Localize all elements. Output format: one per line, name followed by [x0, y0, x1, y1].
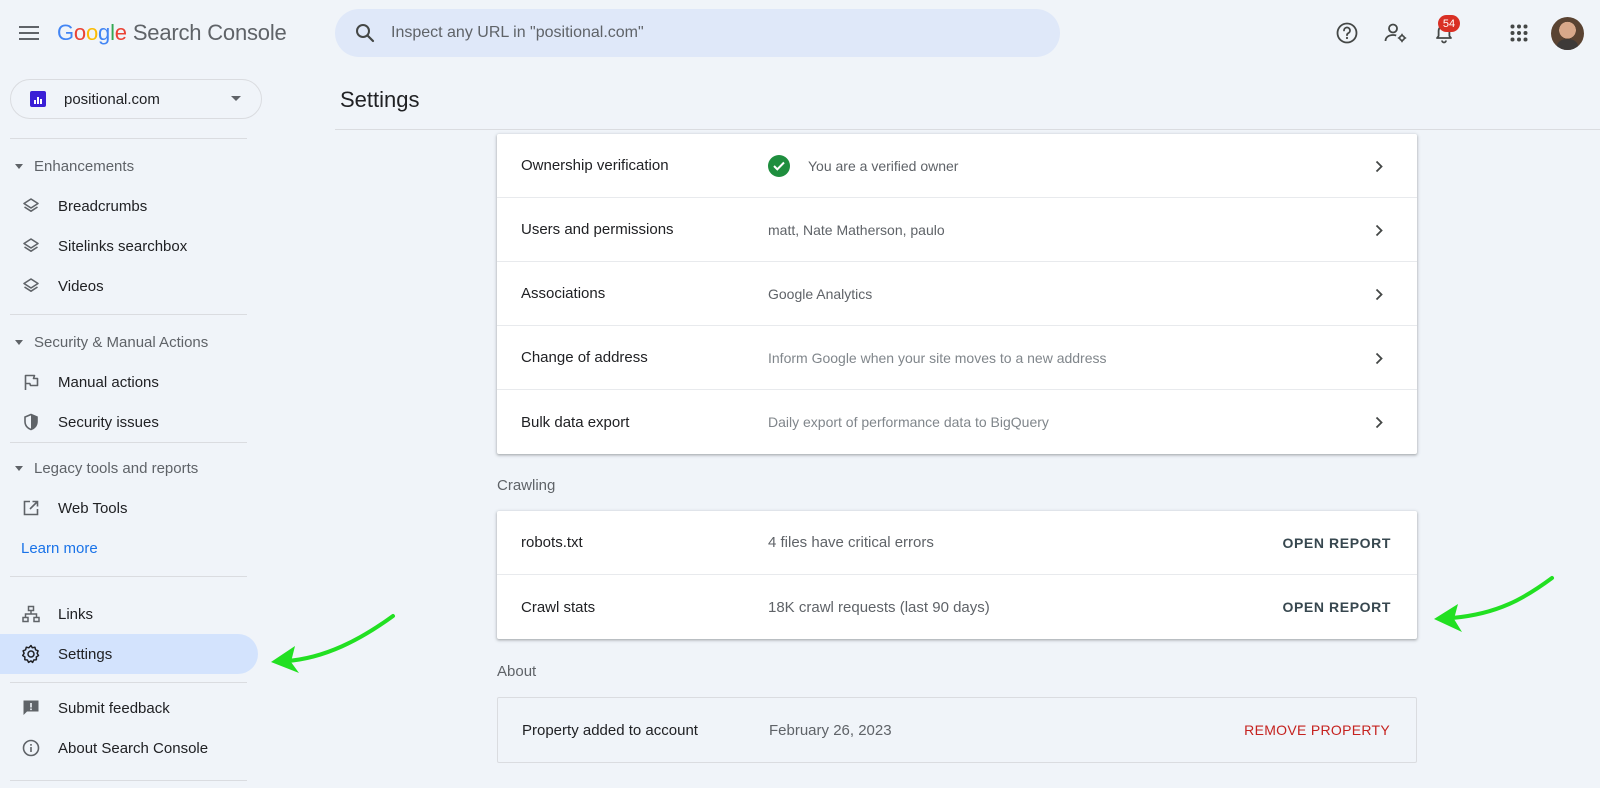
settings-row-change-of-address[interactable]: Change of address Inform Google when you…: [497, 326, 1417, 390]
sidebar: positional.com Enhancements Breadcrumbs …: [0, 66, 262, 788]
divider: [10, 682, 247, 683]
product-name: Search Console: [132, 20, 287, 45]
external-link-icon: [21, 498, 41, 518]
divider: [10, 138, 247, 139]
divider: [10, 442, 247, 443]
sidebar-item-manual-actions[interactable]: Manual actions: [0, 362, 258, 402]
flag-icon: [21, 372, 41, 392]
sidebar-item-breadcrumbs[interactable]: Breadcrumbs: [0, 186, 258, 226]
annotation-arrow-left: [271, 614, 395, 673]
about-row-property-added: Property added to account February 26, 2…: [522, 721, 1390, 739]
section-legacy-tools[interactable]: Legacy tools and reports: [10, 456, 198, 480]
section-security-manual-actions[interactable]: Security & Manual Actions: [10, 330, 208, 354]
divider: [10, 314, 247, 315]
section-enhancements[interactable]: Enhancements: [10, 154, 134, 178]
url-inspection-search[interactable]: [335, 9, 1060, 57]
divider: [10, 780, 247, 781]
sidebar-item-about[interactable]: About Search Console: [0, 728, 258, 768]
crawling-row-crawl-stats: Crawl stats 18K crawl requests (last 90 …: [521, 598, 1391, 616]
annotation-arrow-right: [1434, 576, 1554, 632]
open-report-button[interactable]: OPEN REPORT: [1282, 535, 1391, 551]
section-label-crawling: Crawling: [497, 477, 556, 494]
page-title: Settings: [340, 87, 420, 112]
property-name: positional.com: [64, 90, 160, 108]
crawling-card: robots.txt 4 files have critical errors …: [497, 511, 1417, 639]
apps-grid-icon[interactable]: [1504, 18, 1534, 48]
feedback-icon: [21, 698, 41, 718]
crawling-row-robots-txt: robots.txt 4 files have critical errors …: [497, 511, 1417, 575]
about-card: Property added to account February 26, 2…: [497, 697, 1417, 763]
layers-icon: [21, 276, 41, 296]
sidebar-item-links[interactable]: Links: [0, 594, 258, 634]
property-selector[interactable]: positional.com: [10, 79, 262, 119]
ownership-status: You are a verified owner: [808, 157, 959, 174]
collapse-triangle-icon: [15, 465, 23, 471]
manage-users-icon[interactable]: [1381, 18, 1411, 48]
settings-row-associations[interactable]: Associations Google Analytics: [497, 262, 1417, 326]
chevron-down-icon: [231, 96, 241, 101]
property-favicon-icon: [30, 91, 46, 107]
sidebar-item-web-tools[interactable]: Web Tools: [0, 488, 258, 528]
layers-icon: [21, 196, 41, 216]
top-app-bar: GoogleSearch Console 54: [0, 0, 1600, 66]
chevron-right-icon: [1369, 156, 1389, 176]
sidebar-item-videos[interactable]: Videos: [0, 266, 258, 306]
sidebar-item-security-issues[interactable]: Security issues: [0, 402, 258, 442]
chevron-right-icon: [1369, 284, 1389, 304]
remove-property-button[interactable]: REMOVE PROPERTY: [1244, 722, 1390, 738]
notification-badge: 54: [1438, 15, 1460, 32]
settings-row-bulk-data-export[interactable]: Bulk data export Daily export of perform…: [497, 390, 1417, 454]
info-icon: [21, 738, 41, 758]
layers-icon: [21, 236, 41, 256]
divider: [10, 576, 247, 577]
collapse-triangle-icon: [15, 339, 23, 345]
sitemap-icon: [21, 604, 41, 624]
avatar[interactable]: [1551, 17, 1584, 50]
title-divider: [335, 129, 1600, 130]
url-inspection-input[interactable]: [391, 24, 991, 42]
open-report-button[interactable]: OPEN REPORT: [1282, 599, 1391, 615]
settings-row-users-permissions[interactable]: Users and permissions matt, Nate Mathers…: [497, 198, 1417, 262]
settings-row-ownership-verification[interactable]: Ownership verification You are a verifie…: [497, 134, 1417, 198]
collapse-triangle-icon: [15, 163, 23, 169]
chevron-right-icon: [1369, 412, 1389, 432]
sidebar-item-settings[interactable]: Settings: [0, 634, 258, 674]
sidebar-item-submit-feedback[interactable]: Submit feedback: [0, 688, 258, 728]
menu-icon[interactable]: [14, 18, 44, 48]
verified-check-icon: [768, 154, 790, 177]
search-icon[interactable]: [353, 21, 377, 45]
gear-icon: [21, 644, 41, 664]
help-icon[interactable]: [1332, 18, 1362, 48]
chevron-right-icon: [1369, 220, 1389, 240]
search-console-logo[interactable]: Google Search Console: [57, 20, 287, 46]
chevron-right-icon: [1369, 348, 1389, 368]
learn-more-link[interactable]: Learn more: [21, 540, 98, 557]
sidebar-item-sitelinks-searchbox[interactable]: Sitelinks searchbox: [0, 226, 258, 266]
section-label-about: About: [497, 663, 537, 680]
shield-icon: [21, 412, 41, 432]
general-settings-card: Ownership verification You are a verifie…: [497, 134, 1417, 454]
